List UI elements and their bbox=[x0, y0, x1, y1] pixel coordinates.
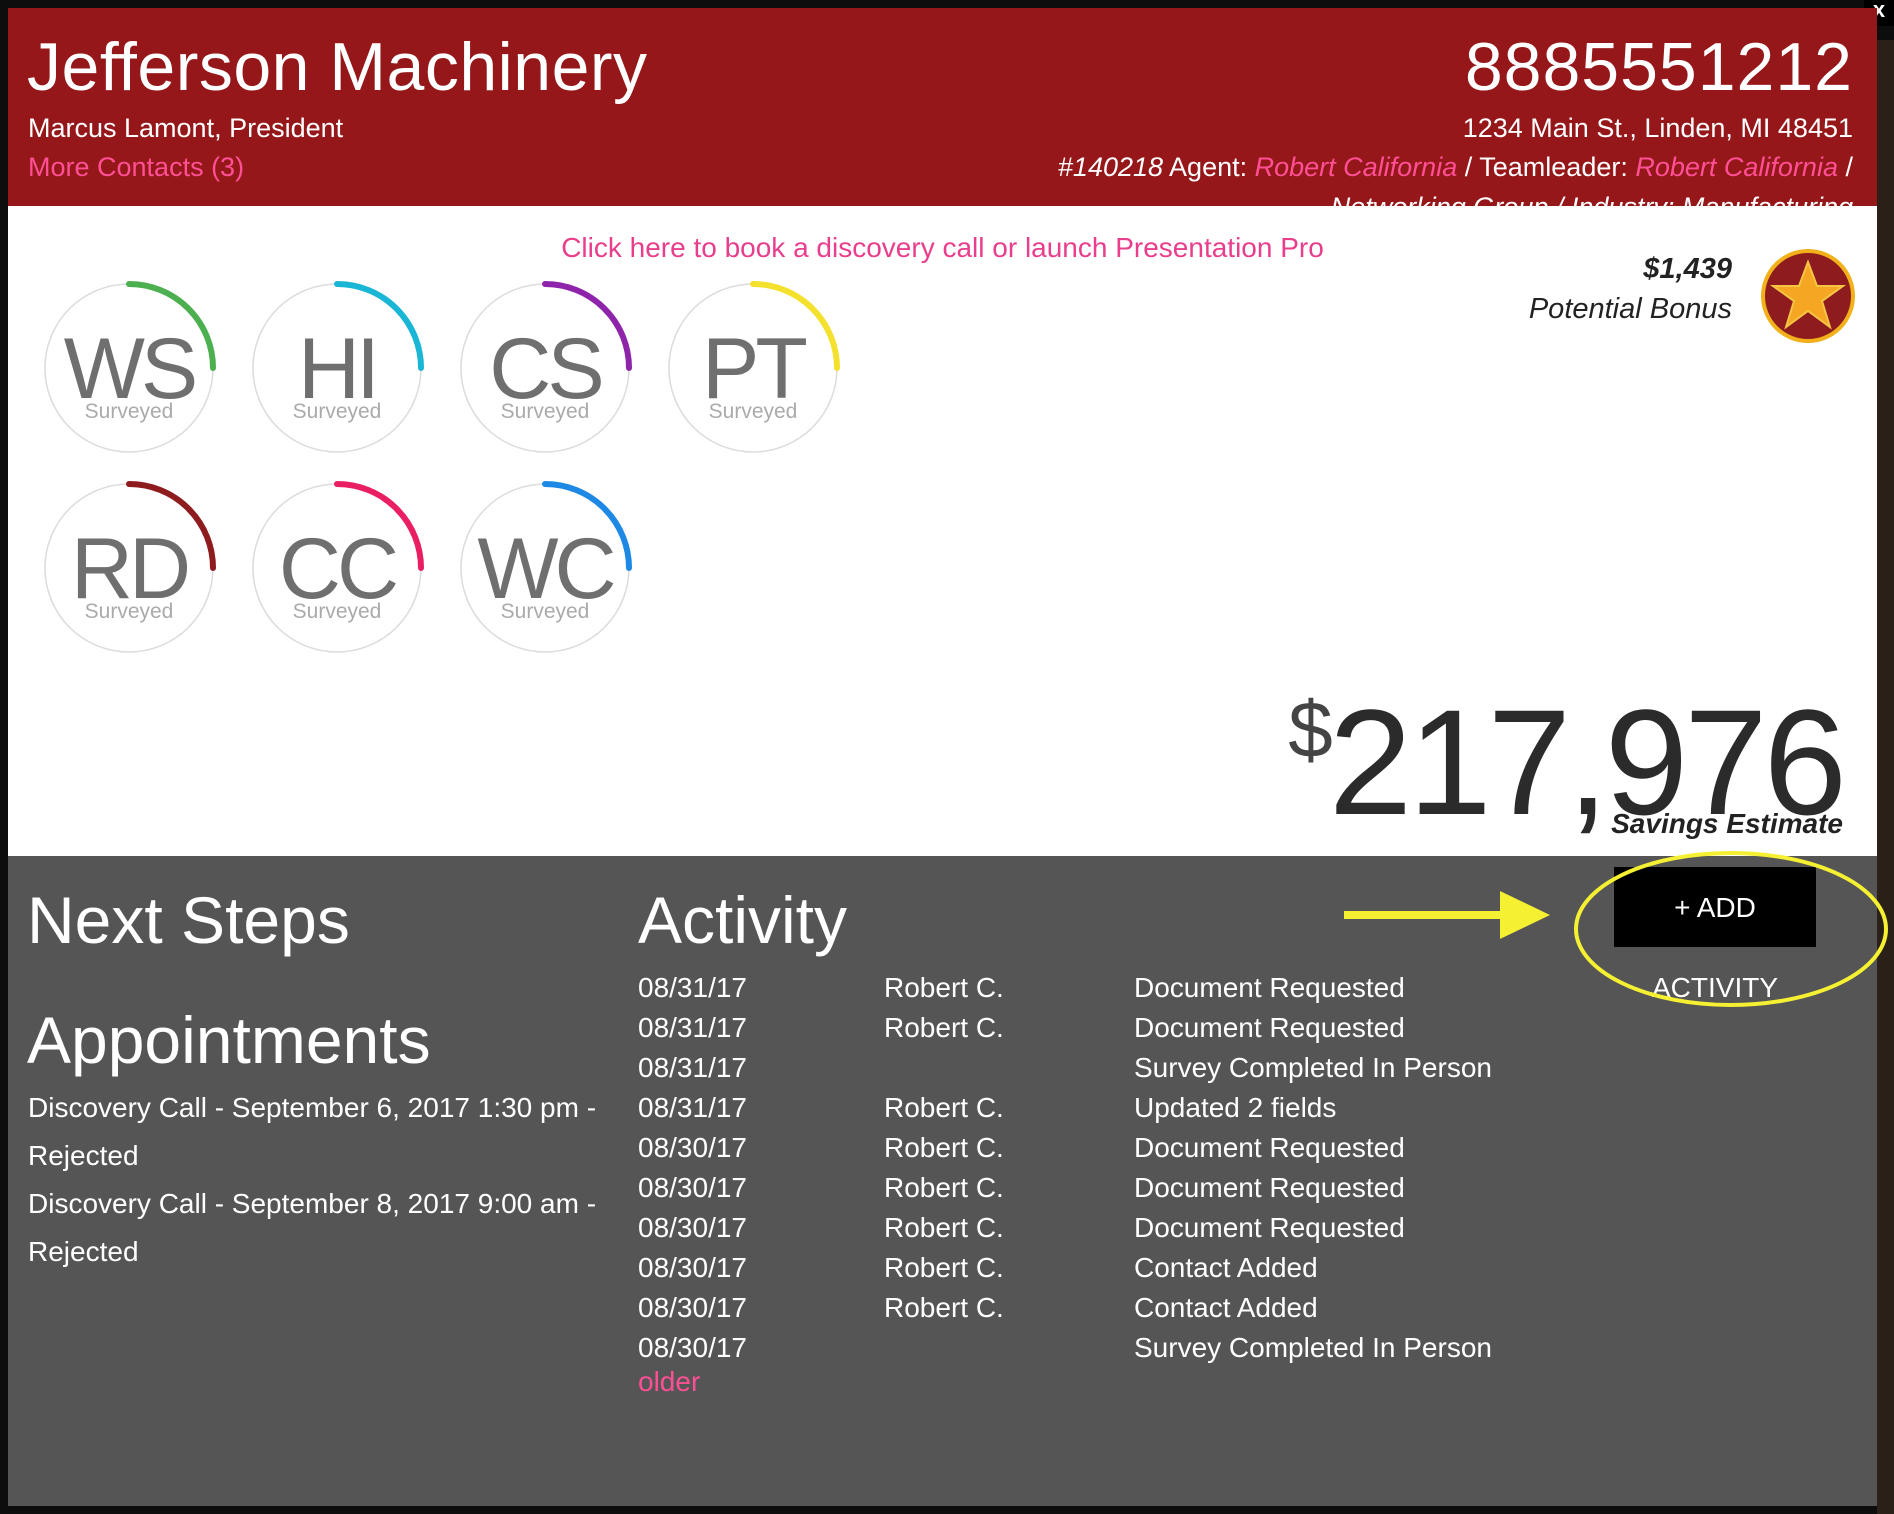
older-link[interactable]: older bbox=[638, 1366, 700, 1398]
gauge-ws[interactable]: WS Surveyed bbox=[41, 280, 217, 456]
gauge-rd[interactable]: RD Surveyed bbox=[41, 480, 217, 656]
primary-contact: Marcus Lamont, President bbox=[28, 113, 344, 143]
address: 1234 Main St., Linden, MI 48451 bbox=[1462, 113, 1853, 143]
activity-date: 08/31/17 bbox=[638, 1092, 747, 1123]
activity-date: 08/30/17 bbox=[638, 1292, 747, 1323]
savings-label: Savings Estimate bbox=[1611, 808, 1843, 839]
activity-who: Robert C. bbox=[884, 1132, 1004, 1163]
appointment-item[interactable]: Discovery Call - September 6, 2017 1:30 … bbox=[28, 1084, 628, 1180]
company-name: Jefferson Machinery bbox=[27, 29, 648, 105]
appointments-title: Appointments bbox=[27, 1003, 431, 1077]
agent-link[interactable]: Robert California bbox=[1255, 152, 1458, 182]
gauge-status: Surveyed bbox=[292, 400, 382, 423]
activity-who: Robert C. bbox=[884, 1092, 1004, 1123]
teamleader-label: Teamleader: bbox=[1479, 152, 1628, 182]
account-header: Jefferson Machinery Marcus Lamont, Presi… bbox=[8, 8, 1877, 206]
activity-what: Contact Added bbox=[1134, 1252, 1318, 1283]
gauge-hi[interactable]: HI Surveyed bbox=[249, 280, 425, 456]
annotation-arrow bbox=[1344, 891, 1550, 939]
book-discovery-call-link[interactable]: Click here to book a discovery call or l… bbox=[8, 232, 1877, 264]
activity-who: Robert C. bbox=[884, 1252, 1004, 1283]
activity-what: Document Requested bbox=[1134, 1012, 1405, 1043]
activity-date: 08/31/17 bbox=[638, 1012, 747, 1043]
gauge-status: Surveyed bbox=[500, 400, 590, 423]
gauge-wc[interactable]: WC Surveyed bbox=[457, 480, 633, 656]
activity-what: Document Requested bbox=[1134, 972, 1405, 1003]
account-id: #140218 bbox=[1057, 152, 1164, 182]
activity-what: Document Requested bbox=[1134, 1172, 1405, 1203]
gauge-pt[interactable]: PT Surveyed bbox=[665, 280, 841, 456]
annotation-ellipse bbox=[1574, 851, 1888, 1007]
account-meta-line2: Networking Group / Industry: Manufacturi… bbox=[1331, 192, 1853, 206]
activity-date: 08/31/17 bbox=[638, 1052, 747, 1083]
activity-date: 08/30/17 bbox=[638, 1252, 747, 1283]
appointment-item[interactable]: Discovery Call - September 8, 2017 9:00 … bbox=[28, 1180, 628, 1276]
background-strip bbox=[1877, 40, 1894, 1514]
activity-date: 08/30/17 bbox=[638, 1132, 747, 1163]
currency-symbol: $ bbox=[1288, 685, 1332, 774]
teamleader-link[interactable]: Robert California bbox=[1635, 152, 1838, 182]
phone-number: 8885551212 bbox=[1464, 29, 1853, 105]
more-contacts-link[interactable]: More Contacts (3) bbox=[28, 152, 244, 183]
gauge-cc[interactable]: CC Surveyed bbox=[249, 480, 425, 656]
activity-date: 08/30/17 bbox=[638, 1332, 747, 1363]
gauge-status: Surveyed bbox=[84, 600, 174, 623]
gauge-status: Surveyed bbox=[84, 400, 174, 423]
activity-what: Survey Completed In Person bbox=[1134, 1052, 1492, 1083]
gauge-status: Surveyed bbox=[292, 600, 382, 623]
account-meta: #140218 Agent: Robert California / Teaml… bbox=[1058, 152, 1853, 183]
activity-who: Robert C. bbox=[884, 1212, 1004, 1243]
activity-who: Robert C. bbox=[884, 972, 1004, 1003]
activity-title: Activity bbox=[638, 883, 848, 957]
activity-who: Robert C. bbox=[884, 1172, 1004, 1203]
star-badge-icon bbox=[1760, 248, 1856, 344]
activity-date: 08/30/17 bbox=[638, 1212, 747, 1243]
gauge-status: Surveyed bbox=[708, 400, 798, 423]
agent-label: Agent: bbox=[1169, 152, 1248, 182]
gauge-cs[interactable]: CS Surveyed bbox=[457, 280, 633, 456]
meta-separator: / bbox=[1845, 152, 1853, 182]
gauge-status: Surveyed bbox=[500, 600, 590, 623]
activity-what: Document Requested bbox=[1134, 1212, 1405, 1243]
meta-separator: / bbox=[1464, 152, 1473, 182]
activity-what: Contact Added bbox=[1134, 1292, 1318, 1323]
account-modal: Jefferson Machinery Marcus Lamont, Presi… bbox=[8, 8, 1877, 1506]
activity-who: Robert C. bbox=[884, 1012, 1004, 1043]
activity-who: Robert C. bbox=[884, 1292, 1004, 1323]
activity-date: 08/30/17 bbox=[638, 1172, 747, 1203]
next-steps-title: Next Steps bbox=[27, 883, 350, 957]
activity-what: Document Requested bbox=[1134, 1132, 1405, 1163]
activity-what: Updated 2 fields bbox=[1134, 1092, 1337, 1123]
activity-date: 08/31/17 bbox=[638, 972, 747, 1003]
bonus-amount: $1,439 bbox=[1643, 253, 1732, 285]
activity-what: Survey Completed In Person bbox=[1134, 1332, 1492, 1363]
bonus-label: Potential Bonus bbox=[1528, 293, 1732, 325]
